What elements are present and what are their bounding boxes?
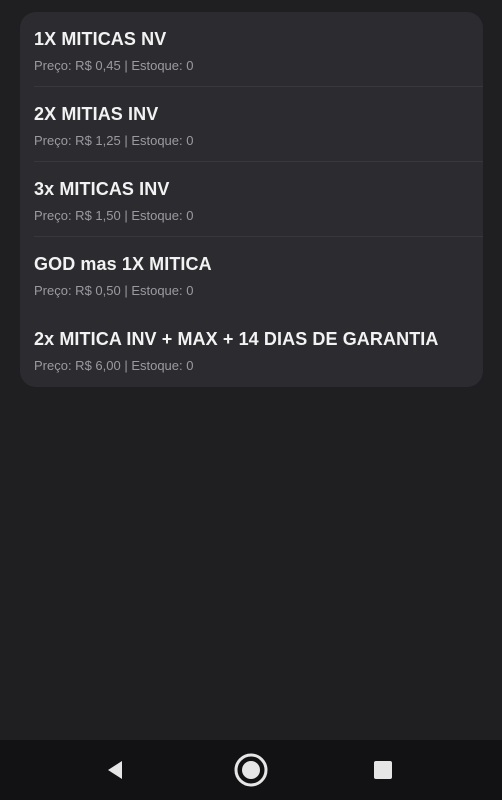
system-navigation-bar xyxy=(0,740,502,800)
product-item[interactable]: 2x MITICA INV + MAX + 14 DIAS DE GARANTI… xyxy=(20,312,483,387)
circle-home-icon xyxy=(234,753,268,787)
product-price-stock: Preço: R$ 0,50 | Estoque: 0 xyxy=(34,283,194,298)
product-price-stock: Preço: R$ 0,45 | Estoque: 0 xyxy=(34,58,194,73)
product-item[interactable]: 1X MITICAS NV Preço: R$ 0,45 | Estoque: … xyxy=(20,12,483,87)
product-title: GOD mas 1X MITICA xyxy=(34,254,212,274)
product-price-stock: Preço: R$ 6,00 | Estoque: 0 xyxy=(34,358,194,373)
product-item[interactable]: 3x MITICAS INV Preço: R$ 1,50 | Estoque:… xyxy=(20,162,483,237)
product-title: 2x MITICA INV + MAX + 14 DIAS DE GARANTI… xyxy=(34,329,439,349)
app-screen: 1X MITICAS NV Preço: R$ 0,45 | Estoque: … xyxy=(0,0,502,740)
product-price-stock: Preço: R$ 1,25 | Estoque: 0 xyxy=(34,133,194,148)
product-item[interactable]: GOD mas 1X MITICA Preço: R$ 0,50 | Estoq… xyxy=(20,237,483,312)
square-recents-icon xyxy=(374,761,392,779)
product-title: 3x MITICAS INV xyxy=(34,179,170,199)
product-list-card: 1X MITICAS NV Preço: R$ 0,45 | Estoque: … xyxy=(20,12,483,387)
product-price-stock: Preço: R$ 1,50 | Estoque: 0 xyxy=(34,208,194,223)
recents-button[interactable] xyxy=(363,750,403,790)
product-item[interactable]: 2X MITIAS INV Preço: R$ 1,25 | Estoque: … xyxy=(20,87,483,162)
triangle-back-icon xyxy=(108,761,122,779)
home-button[interactable] xyxy=(231,750,271,790)
product-title: 1X MITICAS NV xyxy=(34,29,167,49)
product-title: 2X MITIAS INV xyxy=(34,104,159,124)
back-button[interactable] xyxy=(96,750,136,790)
